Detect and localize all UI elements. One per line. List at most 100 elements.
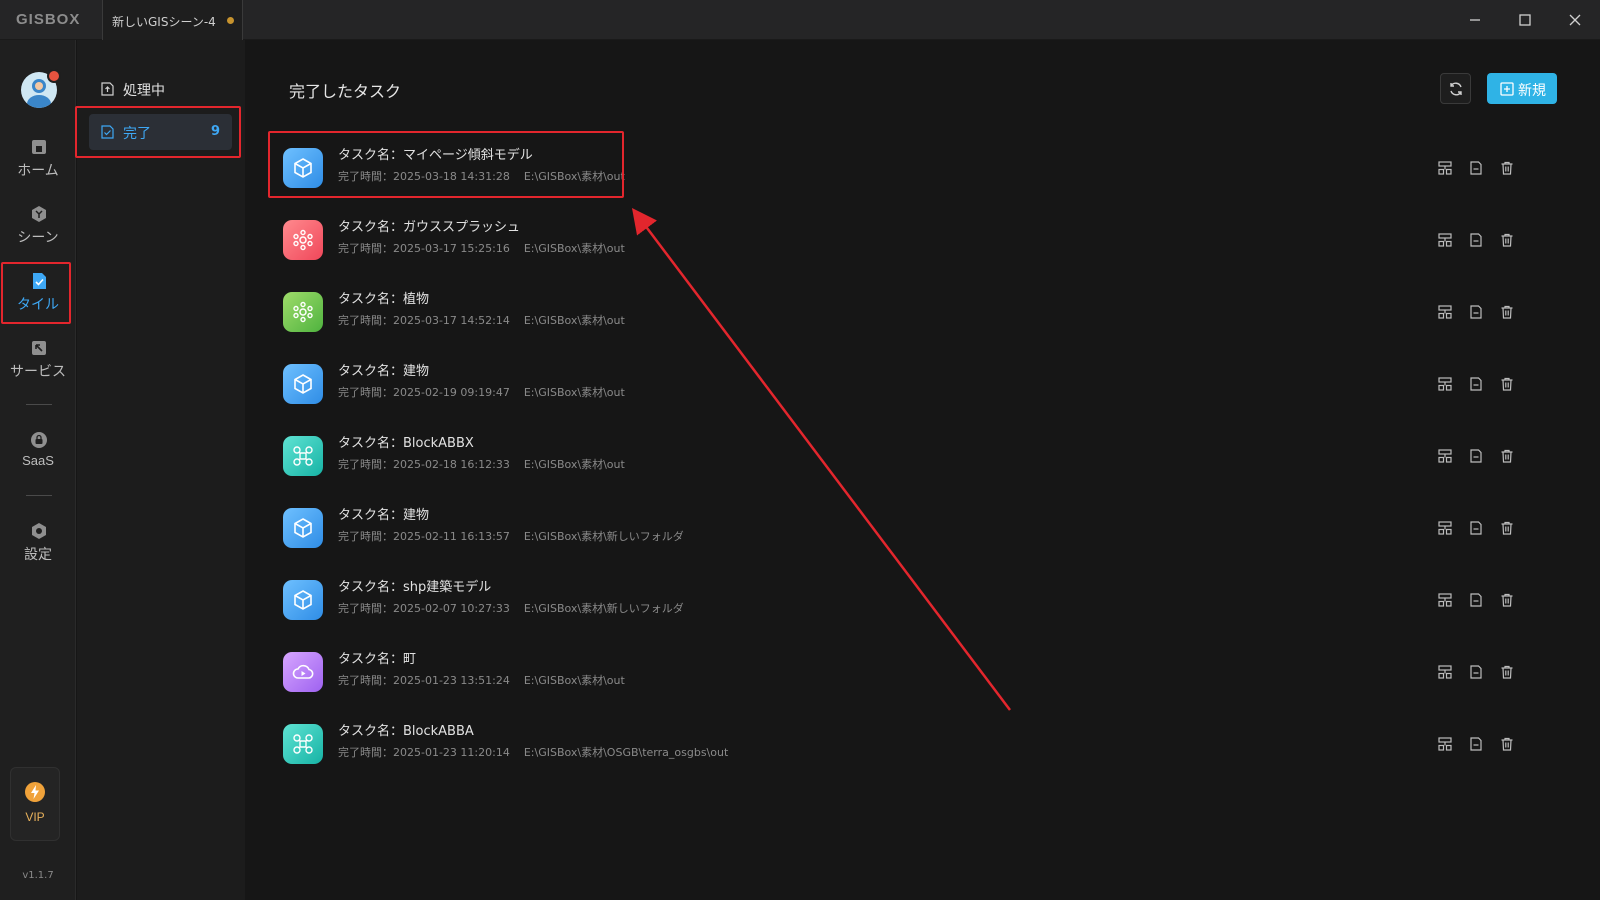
cloud-icon <box>283 652 323 692</box>
rail-item-settings[interactable]: 設定 <box>0 520 76 582</box>
tile-tree-button[interactable] <box>1435 302 1455 322</box>
file-icon <box>1470 233 1482 247</box>
trash-icon <box>1501 233 1513 247</box>
rail-item-saas[interactable]: SaaS <box>0 429 76 491</box>
cube-icon <box>283 148 323 188</box>
tile-tree-button[interactable] <box>1435 158 1455 178</box>
completed-count-badge: 9 <box>210 124 220 139</box>
rail-item-tile[interactable]: タイル <box>0 270 76 332</box>
rail-item-home[interactable]: ホーム <box>0 136 76 198</box>
task-name: タスク名：建物 <box>338 508 430 523</box>
vip-label: VIP <box>25 810 45 824</box>
file-icon <box>1470 737 1482 751</box>
file-button[interactable] <box>1466 374 1486 394</box>
task-completed-time: 完了時間：2025-01-23 11:20:14 <box>338 746 510 759</box>
tile-tree-icon <box>1438 521 1452 535</box>
file-button[interactable] <box>1466 662 1486 682</box>
task-actions <box>1435 518 1535 538</box>
task-filter-panel: 処理中 完了 9 <box>77 40 245 900</box>
trash-icon <box>1501 305 1513 319</box>
file-icon <box>1470 449 1482 463</box>
home-icon <box>32 140 46 154</box>
trash-button[interactable] <box>1497 662 1517 682</box>
gear-icon <box>32 523 46 539</box>
file-button[interactable] <box>1466 302 1486 322</box>
close-button[interactable] <box>1550 0 1600 40</box>
splat-icon <box>283 292 323 332</box>
task-row[interactable]: タスク名：BlockABBA 完了時間：2025-01-23 11:20:14 E:… <box>283 712 1573 776</box>
task-row[interactable]: タスク名：ガウススプラッシュ 完了時間：2025-03-17 15:25:16 E:… <box>283 208 1573 272</box>
document-tab-label: 新しいGISシーン-4 <box>112 15 216 29</box>
task-completed-time: 完了時間：2025-03-17 14:52:14 <box>338 314 510 327</box>
trash-button[interactable] <box>1497 734 1517 754</box>
trash-button[interactable] <box>1497 158 1517 178</box>
notification-badge-icon <box>47 69 61 83</box>
filter-completed-label: 完了 <box>123 126 151 142</box>
filter-processing[interactable]: 処理中 <box>89 71 232 107</box>
rail-separator <box>26 495 52 496</box>
trash-icon <box>1501 665 1513 679</box>
task-row[interactable]: タスク名：shp建築モデル 完了時間：2025-02-07 10:27:33 E:\… <box>283 568 1573 632</box>
trash-button[interactable] <box>1497 446 1517 466</box>
splat-icon <box>283 220 323 260</box>
task-row[interactable]: タスク名：マイページ傾斜モデル 完了時間：2025-03-18 14:31:28 E… <box>283 136 1573 200</box>
task-actions <box>1435 446 1535 466</box>
tile-tree-button[interactable] <box>1435 374 1455 394</box>
task-row[interactable]: タスク名：建物 完了時間：2025-02-19 09:19:47 E:\GISBox… <box>283 352 1573 416</box>
file-button[interactable] <box>1466 446 1486 466</box>
tile-tree-icon <box>1438 305 1452 319</box>
vip-button[interactable]: VIP <box>10 767 60 841</box>
refresh-button[interactable] <box>1440 73 1471 104</box>
tile-tree-button[interactable] <box>1435 734 1455 754</box>
task-output-path: E:\GISBox\素材\out <box>523 386 625 399</box>
tile-tree-button[interactable] <box>1435 230 1455 250</box>
file-button[interactable] <box>1466 158 1486 178</box>
trash-button[interactable] <box>1497 374 1517 394</box>
rail-item-service[interactable]: サービス <box>0 337 76 399</box>
maximize-button[interactable] <box>1500 0 1550 40</box>
rail-item-label: シーン <box>17 230 59 246</box>
filter-completed[interactable]: 完了 9 <box>89 114 232 150</box>
rail-item-scene[interactable]: シーン <box>0 203 76 265</box>
trash-icon <box>1501 521 1513 535</box>
tile-tree-button[interactable] <box>1435 662 1455 682</box>
tile-tree-button[interactable] <box>1435 518 1455 538</box>
minimize-button[interactable] <box>1450 0 1500 40</box>
new-task-button[interactable]: 新規 <box>1487 73 1557 104</box>
tile-tree-icon <box>1438 377 1452 391</box>
task-output-path: E:\GISBox\素材\out <box>523 314 625 327</box>
file-button[interactable] <box>1466 518 1486 538</box>
main-content: 完了したタスク 新規 タスク名：マイページ傾斜モデル 完了時間：2025-03-1… <box>245 40 1600 900</box>
file-button[interactable] <box>1466 230 1486 250</box>
trash-icon <box>1501 593 1513 607</box>
tile-tree-button[interactable] <box>1435 446 1455 466</box>
task-completed-time: 完了時間：2025-02-07 10:27:33 <box>338 602 510 615</box>
tile-icon <box>33 273 46 289</box>
task-completed-time: 完了時間：2025-02-18 16:12:33 <box>338 458 510 471</box>
task-row[interactable]: タスク名：植物 完了時間：2025-03-17 14:52:14 E:\GISBox… <box>283 280 1573 344</box>
task-row[interactable]: タスク名：町 完了時間：2025-01-23 13:51:24 E:\GISBox\… <box>283 640 1573 704</box>
tile-tree-button[interactable] <box>1435 590 1455 610</box>
file-upload-icon <box>101 82 114 96</box>
tile-tree-icon <box>1438 233 1452 247</box>
task-actions <box>1435 302 1535 322</box>
scene-icon <box>32 206 46 222</box>
tile-tree-icon <box>1438 449 1452 463</box>
trash-button[interactable] <box>1497 590 1517 610</box>
rail-item-label: 設定 <box>24 547 52 563</box>
task-name: タスク名：shp建築モデル <box>338 580 492 595</box>
task-actions <box>1435 734 1535 754</box>
document-tab[interactable]: 新しいGISシーン-4 <box>103 0 243 40</box>
add-file-icon <box>1500 82 1514 96</box>
task-output-path: E:\GISBox\素材\out <box>523 242 625 255</box>
file-check-icon <box>101 125 114 139</box>
trash-button[interactable] <box>1497 302 1517 322</box>
task-row[interactable]: タスク名：建物 完了時間：2025-02-11 16:13:57 E:\GISBox… <box>283 496 1573 560</box>
task-actions <box>1435 158 1535 178</box>
task-row[interactable]: タスク名：BlockABBX 完了時間：2025-02-18 16:12:33 E:… <box>283 424 1573 488</box>
file-button[interactable] <box>1466 590 1486 610</box>
trash-button[interactable] <box>1497 518 1517 538</box>
trash-button[interactable] <box>1497 230 1517 250</box>
file-icon <box>1470 305 1482 319</box>
file-button[interactable] <box>1466 734 1486 754</box>
